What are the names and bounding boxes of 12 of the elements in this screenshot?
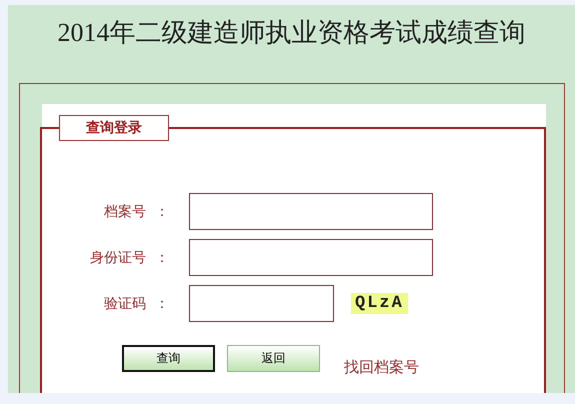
input-field[interactable] (189, 193, 433, 230)
field-label: 身份证号 ： (89, 248, 170, 266)
input-field[interactable] (189, 239, 433, 276)
captcha-image: QLzA (351, 293, 408, 314)
captcha-field[interactable] (189, 285, 334, 322)
legend-title: 查询登录 (59, 115, 169, 141)
back-button[interactable]: 返回 (227, 345, 320, 372)
recover-link[interactable]: 找回档案号 (344, 358, 419, 377)
query-button[interactable]: 查询 (122, 345, 215, 372)
page-title: 2014年二级建造师执业资格考试成绩查询 (56, 17, 526, 49)
field-label: 验证码 ： (103, 294, 170, 312)
field-label: 档案号 ： (103, 202, 170, 220)
